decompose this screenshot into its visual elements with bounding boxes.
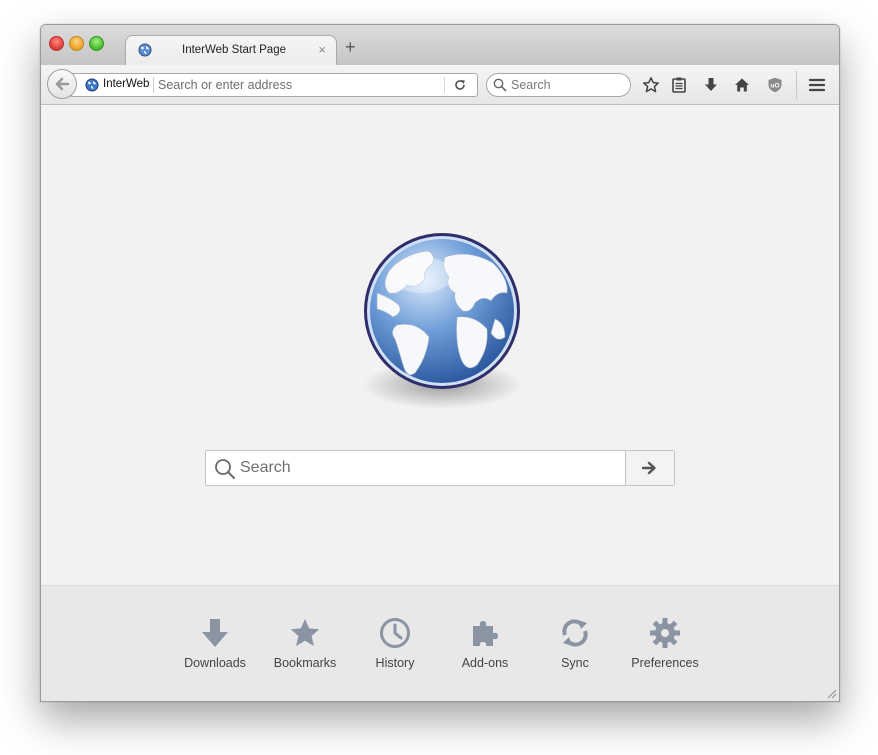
launcher-label: History (375, 656, 415, 670)
download-icon[interactable] (702, 76, 720, 94)
menu-icon[interactable] (808, 76, 826, 94)
globe-icon (85, 78, 99, 92)
launcher-label: Downloads (184, 656, 246, 670)
puzzle-icon (473, 621, 498, 646)
toolbar-divider (796, 71, 797, 99)
launcher-label: Add-ons (461, 656, 509, 670)
zoom-window-button[interactable] (89, 36, 104, 51)
svg-text:uO: uO (770, 82, 779, 89)
url-divider (153, 77, 154, 93)
tab-title: InterWeb Start Page (182, 44, 286, 56)
reading-list-icon[interactable] (670, 76, 688, 94)
start-search-input[interactable] (240, 457, 620, 479)
tab-bar: InterWeb Start Page × + (41, 25, 839, 66)
start-page-content (41, 105, 839, 585)
ublock-icon[interactable]: uO (766, 76, 784, 94)
nav-toolbar: InterWeb Search or enter address Search … (41, 65, 839, 105)
search-icon (215, 459, 235, 479)
launcher-label: Sync (561, 656, 589, 670)
download-icon (202, 619, 228, 647)
identity-site-label[interactable]: InterWeb (103, 78, 149, 90)
search-submit-button[interactable] (625, 451, 674, 485)
minimize-window-button[interactable] (69, 36, 84, 51)
star-icon[interactable] (642, 76, 660, 94)
launcher-label: Bookmarks (273, 656, 337, 670)
resize-grip-icon[interactable] (827, 689, 837, 699)
globe-icon (138, 43, 152, 57)
search-bar[interactable] (486, 73, 631, 97)
home-icon[interactable] (733, 76, 751, 94)
interweb-logo-globe (362, 233, 522, 409)
launcher-history[interactable]: History (350, 616, 440, 670)
new-tab-button[interactable]: + (345, 38, 356, 56)
star-icon (290, 619, 320, 646)
url-bar[interactable]: InterWeb (71, 73, 478, 97)
launcher-label: Preferences (631, 656, 699, 670)
url-divider (444, 77, 445, 93)
search-icon (493, 78, 507, 92)
browser-window: InterWeb Start Page × + InterWeb Search … (40, 24, 840, 702)
launcher-downloads[interactable]: Downloads (170, 616, 260, 670)
launcher-bar: Downloads Bookmarks History Add-ons Sync… (41, 585, 839, 701)
clock-icon (380, 618, 410, 648)
search-input[interactable] (511, 76, 621, 94)
tab-close-icon[interactable]: × (318, 42, 326, 57)
arrow-right-icon (642, 461, 656, 475)
launcher-addons[interactable]: Add-ons (440, 616, 530, 670)
tab-start-page[interactable]: InterWeb Start Page × (125, 35, 337, 66)
sync-icon (562, 619, 588, 647)
back-button[interactable] (47, 69, 77, 99)
launcher-preferences[interactable]: Preferences (620, 616, 710, 670)
reload-icon[interactable] (453, 78, 467, 92)
start-search-box[interactable] (205, 450, 675, 486)
launcher-sync[interactable]: Sync (530, 616, 620, 670)
gear-icon (650, 618, 680, 648)
back-arrow-icon (55, 77, 70, 91)
close-window-button[interactable] (49, 36, 64, 51)
launcher-bookmarks[interactable]: Bookmarks (260, 616, 350, 670)
address-input[interactable] (158, 76, 442, 94)
